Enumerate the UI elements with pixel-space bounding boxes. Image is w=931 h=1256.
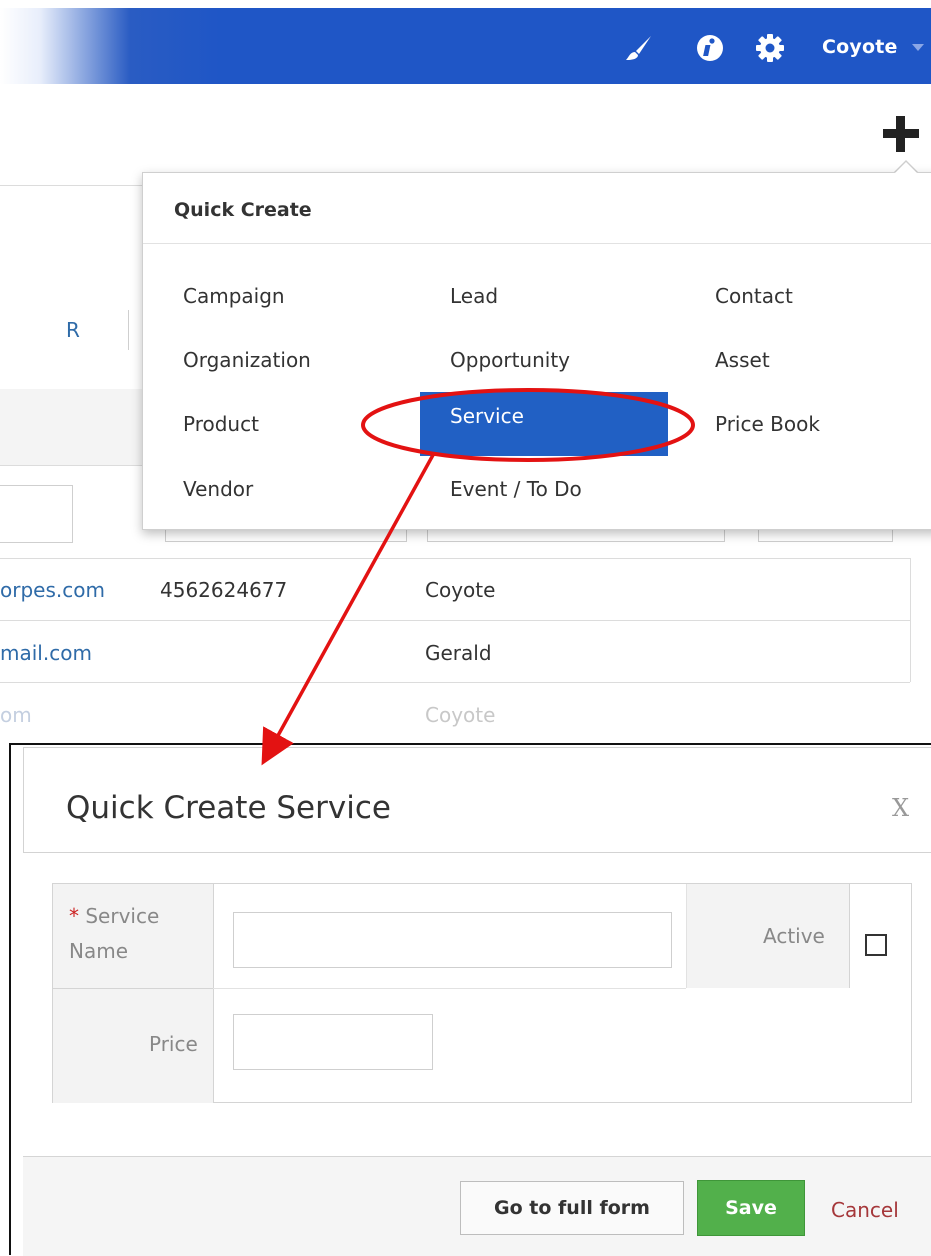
table-cell-email[interactable]: orpes.com	[0, 578, 105, 602]
background-panel	[0, 389, 160, 465]
divider	[143, 243, 931, 244]
price-label: Price	[149, 1032, 198, 1056]
table-cell-owner: Coyote	[425, 703, 496, 727]
quick-create-title: Quick Create	[174, 199, 312, 221]
menu-item-organization[interactable]: Organization	[183, 348, 311, 372]
service-name-label: * Service	[69, 904, 159, 928]
modal-title: Quick Create Service	[66, 790, 391, 826]
save-button[interactable]: Save	[697, 1180, 805, 1236]
menu-item-product[interactable]: Product	[183, 412, 259, 436]
menu-item-asset[interactable]: Asset	[715, 348, 770, 372]
top-navigation-bar: Coyote	[0, 8, 931, 84]
modal-footer: Go to full form Save Cancel	[23, 1156, 931, 1256]
menu-item-vendor[interactable]: Vendor	[183, 477, 253, 501]
filter-input[interactable]	[0, 485, 73, 543]
quick-create-dropdown: Quick Create Campaign Lead Contact Organ…	[142, 172, 931, 530]
table-cell-owner: Gerald	[425, 641, 492, 665]
gear-icon[interactable]	[752, 30, 788, 66]
divider	[0, 682, 910, 683]
divider	[910, 558, 911, 682]
table-cell-email[interactable]: om	[0, 703, 32, 727]
divider	[0, 465, 150, 466]
menu-item-service[interactable]: Service	[420, 392, 668, 456]
divider	[0, 185, 150, 186]
divider	[213, 988, 686, 989]
menu-item-event-todo[interactable]: Event / To Do	[450, 477, 582, 501]
close-button[interactable]: X	[892, 794, 909, 822]
required-asterisk: *	[69, 904, 79, 928]
active-label: Active	[763, 924, 825, 948]
divider	[0, 620, 910, 621]
menu-item-opportunity[interactable]: Opportunity	[450, 348, 570, 372]
paintbrush-icon[interactable]	[621, 30, 657, 66]
price-input[interactable]	[233, 1014, 433, 1070]
quick-create-plus-icon[interactable]	[881, 114, 921, 154]
column-header-cell[interactable]	[0, 310, 129, 350]
table-cell-owner: Coyote	[425, 578, 496, 602]
table-cell-email[interactable]: mail.com	[0, 641, 92, 665]
service-name-label-line1: Service	[85, 904, 160, 928]
cancel-button[interactable]: Cancel	[831, 1198, 899, 1222]
modal-header: Quick Create Service X	[23, 747, 931, 853]
service-name-input[interactable]	[233, 912, 672, 968]
menu-item-campaign[interactable]: Campaign	[183, 284, 285, 308]
menu-item-lead[interactable]: Lead	[450, 284, 498, 308]
label-cell	[53, 884, 214, 988]
column-header-letter[interactable]: R	[66, 318, 80, 342]
active-checkbox[interactable]	[865, 934, 887, 956]
quick-create-service-modal: Quick Create Service X * Service Name Ac…	[9, 743, 931, 1256]
go-to-full-form-button[interactable]: Go to full form	[460, 1181, 684, 1235]
menu-item-contact[interactable]: Contact	[715, 284, 793, 308]
table-cell-phone: 4562624677	[160, 578, 288, 602]
info-icon[interactable]	[692, 30, 728, 66]
chevron-down-icon[interactable]	[912, 44, 924, 51]
menu-item-price-book[interactable]: Price Book	[715, 412, 820, 436]
service-form: * Service Name Active Price	[52, 883, 912, 1103]
dropdown-pointer-fill	[895, 162, 917, 173]
service-name-label-line2: Name	[69, 939, 129, 963]
user-menu[interactable]: Coyote	[822, 36, 898, 58]
divider	[0, 558, 910, 559]
